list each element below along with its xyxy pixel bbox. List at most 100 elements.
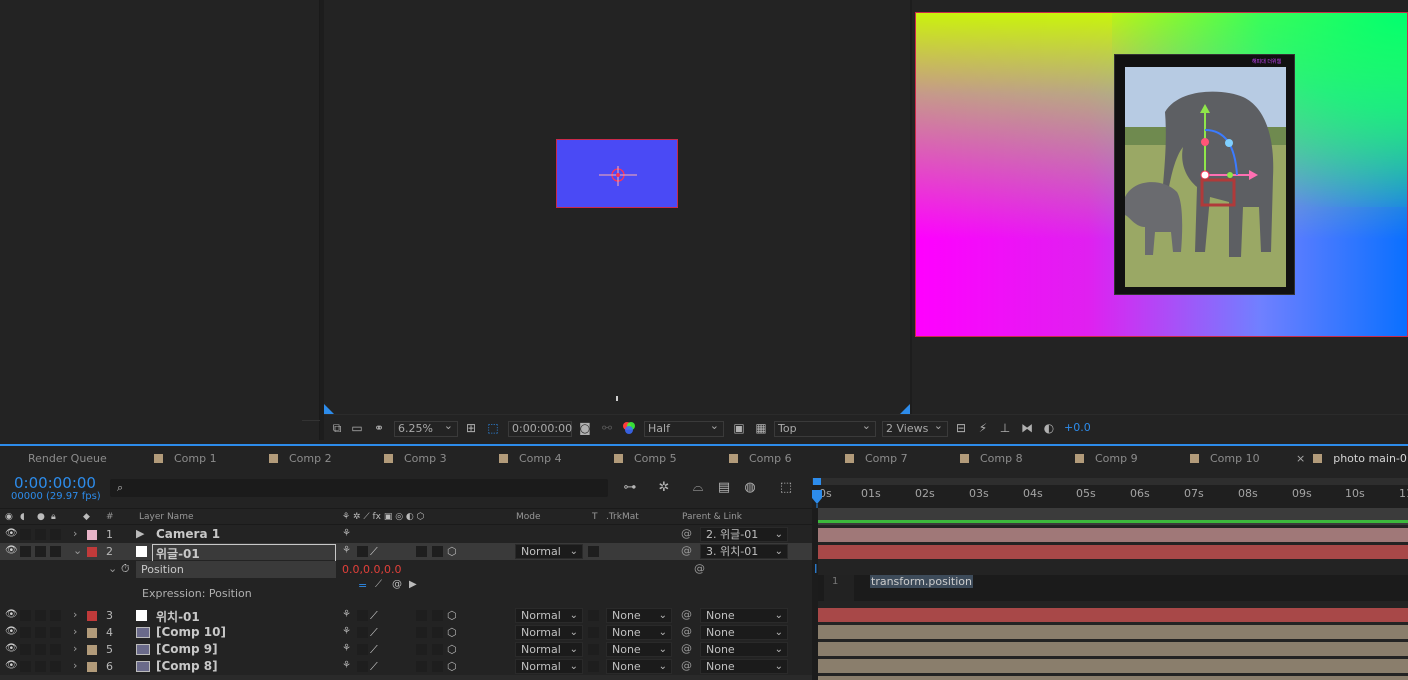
pickwhip-icon[interactable]: @ xyxy=(681,642,692,655)
eye-icon[interactable]: 👁︎ xyxy=(5,545,18,556)
exposure-value[interactable]: +0.0 xyxy=(1064,421,1091,437)
3d-gizmo[interactable] xyxy=(1180,100,1270,210)
graph-editor-icon[interactable]: ⬚ xyxy=(778,480,794,496)
chevron-down-icon[interactable]: ⌄ xyxy=(73,544,82,557)
color-channel-icon[interactable] xyxy=(622,421,636,435)
layer-name-column[interactable]: Layer Name xyxy=(139,512,194,522)
frame-blending-icon[interactable]: ▤ xyxy=(716,480,732,496)
parent-dropdown[interactable]: 2. 위글-01 ⌄ xyxy=(700,527,788,542)
view-layout-dropdown[interactable]: 2 Views xyxy=(882,419,948,437)
project-panel[interactable] xyxy=(0,0,320,440)
always-preview-icon[interactable]: ⧉ xyxy=(330,421,344,435)
toggle-pixel-aspect-icon[interactable]: ⊟ xyxy=(954,421,968,435)
mask-icon[interactable]: ⚭ xyxy=(372,421,386,435)
lock-icon[interactable]: 🔒︎ xyxy=(51,512,56,522)
timeline-icon[interactable]: ⊥ xyxy=(998,421,1012,435)
3d-layer-icon[interactable]: ⬡ xyxy=(447,609,457,622)
quality-icon[interactable]: ⟋ xyxy=(370,609,378,623)
layer-name[interactable]: [Comp 9] xyxy=(156,642,218,656)
chevron-right-icon[interactable]: › xyxy=(73,527,77,540)
expression-enable-icon[interactable]: = xyxy=(358,579,367,592)
fit-icon[interactable]: ⊞ xyxy=(464,421,478,435)
label-color-swatch[interactable] xyxy=(87,530,97,540)
expression-editor[interactable]: 1 transform.position xyxy=(818,575,1408,601)
viewer-timecode[interactable]: 0:00:00:00 xyxy=(508,421,572,437)
current-time-display[interactable]: 0:00:00:00 xyxy=(14,474,96,492)
label-color-swatch[interactable] xyxy=(87,611,97,621)
fast-previews-icon[interactable]: ⚡ xyxy=(976,421,990,435)
mode-dropdown[interactable]: Normal ⌄ xyxy=(515,642,583,657)
language-menu-icon[interactable]: ▶ xyxy=(409,579,417,590)
layer-bar[interactable] xyxy=(818,545,1408,559)
video-switch-icon[interactable]: ◉ xyxy=(5,512,13,522)
draft-3d-icon[interactable]: ✲ xyxy=(656,480,672,496)
3d-layer-icon[interactable]: ⬡ xyxy=(447,545,457,558)
solo-icon[interactable]: ● xyxy=(37,512,45,522)
stopwatch-icon[interactable]: ⏱︎ xyxy=(121,562,130,576)
work-area-bar[interactable] xyxy=(818,508,1408,525)
resolution-dropdown[interactable]: Half xyxy=(644,419,724,437)
tab-comp-10[interactable]: Comp 10 xyxy=(1190,452,1260,468)
tab-comp-6[interactable]: Comp 6 xyxy=(729,452,792,468)
pickwhip-icon[interactable]: @ xyxy=(681,608,692,621)
shy-switch-icon[interactable]: ⚘ xyxy=(342,626,351,637)
3d-layer-icon[interactable]: ⬡ xyxy=(447,643,457,656)
parent-dropdown[interactable]: None ⌄ xyxy=(700,625,788,640)
quality-icon[interactable]: ⟋ xyxy=(370,545,378,559)
layer-row-comp-9[interactable]: 👁︎ › 5 [Comp 9] ⚘ ⟋ ⬡ Normal ⌄ None ⌄ @ No… xyxy=(0,641,812,658)
tab-comp-7[interactable]: Comp 7 xyxy=(845,452,908,468)
chevron-right-icon[interactable]: › xyxy=(73,659,77,672)
mode-dropdown[interactable]: Normal ⌄ xyxy=(515,544,583,559)
tab-photo-main[interactable]: × photo main-01 xyxy=(1296,452,1408,468)
property-row-position[interactable]: ⌄ ⏱︎ Position 0.0,0.0,0.0 @ xyxy=(0,561,812,578)
motion-blur-icon[interactable]: ◍ xyxy=(742,480,758,496)
eye-icon[interactable]: 👁︎ xyxy=(5,609,18,620)
3d-view-dropdown[interactable]: Top xyxy=(774,419,876,437)
layer-search-input[interactable]: ⌕ xyxy=(110,479,608,497)
parent-dropdown[interactable]: None ⌄ xyxy=(700,659,788,674)
region-of-interest-icon[interactable]: ⬚ xyxy=(486,421,500,435)
graph-icon[interactable]: ⟋ xyxy=(375,579,382,590)
trkmat-dropdown[interactable]: None ⌄ xyxy=(606,608,672,623)
monitor-icon[interactable]: ▭ xyxy=(350,421,364,435)
pickwhip-icon[interactable]: @ xyxy=(681,544,692,557)
comp-layer-preview[interactable] xyxy=(556,139,678,208)
layer-row-wiggle-01[interactable]: 👁︎ ⌄ 2 위글-01 ⚘ ⟋ ⬡ Normal ⌄ @ 3. 위치-01 ⌄ xyxy=(0,543,812,563)
chevron-right-icon[interactable]: › xyxy=(73,625,77,638)
layer-row-comp-10[interactable]: 👁︎ › 4 [Comp 10] ⚘ ⟋ ⬡ Normal ⌄ None ⌄ @ N… xyxy=(0,624,812,641)
eye-icon[interactable]: 👁︎ xyxy=(5,528,18,539)
parent-dropdown[interactable]: 3. 위치-01 ⌄ xyxy=(700,544,788,559)
expression-text[interactable]: transform.position xyxy=(870,575,973,588)
property-value[interactable]: 0.0,0.0,0.0 xyxy=(342,563,401,576)
trkmat-dropdown[interactable]: None ⌄ xyxy=(606,659,672,674)
label-color-swatch[interactable] xyxy=(87,547,97,557)
chevron-right-icon[interactable]: › xyxy=(73,642,77,655)
quality-icon[interactable]: ⟋ xyxy=(370,660,378,674)
close-icon[interactable]: × xyxy=(1296,452,1305,465)
eye-icon[interactable]: 👁︎ xyxy=(5,660,18,671)
shy-switch-icon[interactable]: ⚘ xyxy=(342,660,351,671)
tab-comp-3[interactable]: Comp 3 xyxy=(384,452,447,468)
tab-comp-5[interactable]: Comp 5 xyxy=(614,452,677,468)
pickwhip-icon[interactable]: @ xyxy=(681,659,692,672)
shy-switch-icon[interactable]: ⚘ xyxy=(342,528,351,539)
anchor-point-icon[interactable] xyxy=(557,140,677,207)
reset-exposure-icon[interactable]: ◐ xyxy=(1042,421,1056,435)
3d-layer-icon[interactable]: ⬡ xyxy=(447,660,457,673)
target-region-icon[interactable]: ▣ xyxy=(732,421,746,435)
quality-icon[interactable]: ⟋ xyxy=(370,626,378,640)
parent-dropdown[interactable]: None ⌄ xyxy=(700,608,788,623)
zoom-dropdown[interactable]: 6.25% xyxy=(394,419,458,437)
pickwhip-icon[interactable]: @ xyxy=(694,562,705,575)
layer-row-comp-8[interactable]: 👁︎ › 6 [Comp 8] ⚘ ⟋ ⬡ Normal ⌄ None ⌄ @ No… xyxy=(0,658,812,675)
layer-name[interactable]: [Comp 8] xyxy=(156,659,218,673)
layer-bar[interactable] xyxy=(818,659,1408,673)
tab-comp-4[interactable]: Comp 4 xyxy=(499,452,562,468)
layer-row-camera-1[interactable]: 👁︎ › 1 ▶︎ Camera 1 ⚘ @ 2. 위글-01 ⌄ xyxy=(0,526,812,543)
composition-mini-flowchart-icon[interactable]: ⊶ xyxy=(622,480,638,496)
3d-layer-icon[interactable]: ⬡ xyxy=(447,626,457,639)
mode-dropdown[interactable]: Normal ⌄ xyxy=(515,608,583,623)
shy-switch-icon[interactable]: ⚘ xyxy=(342,545,351,556)
pickwhip-icon[interactable]: @ xyxy=(681,625,692,638)
eye-icon[interactable]: 👁︎ xyxy=(5,626,18,637)
